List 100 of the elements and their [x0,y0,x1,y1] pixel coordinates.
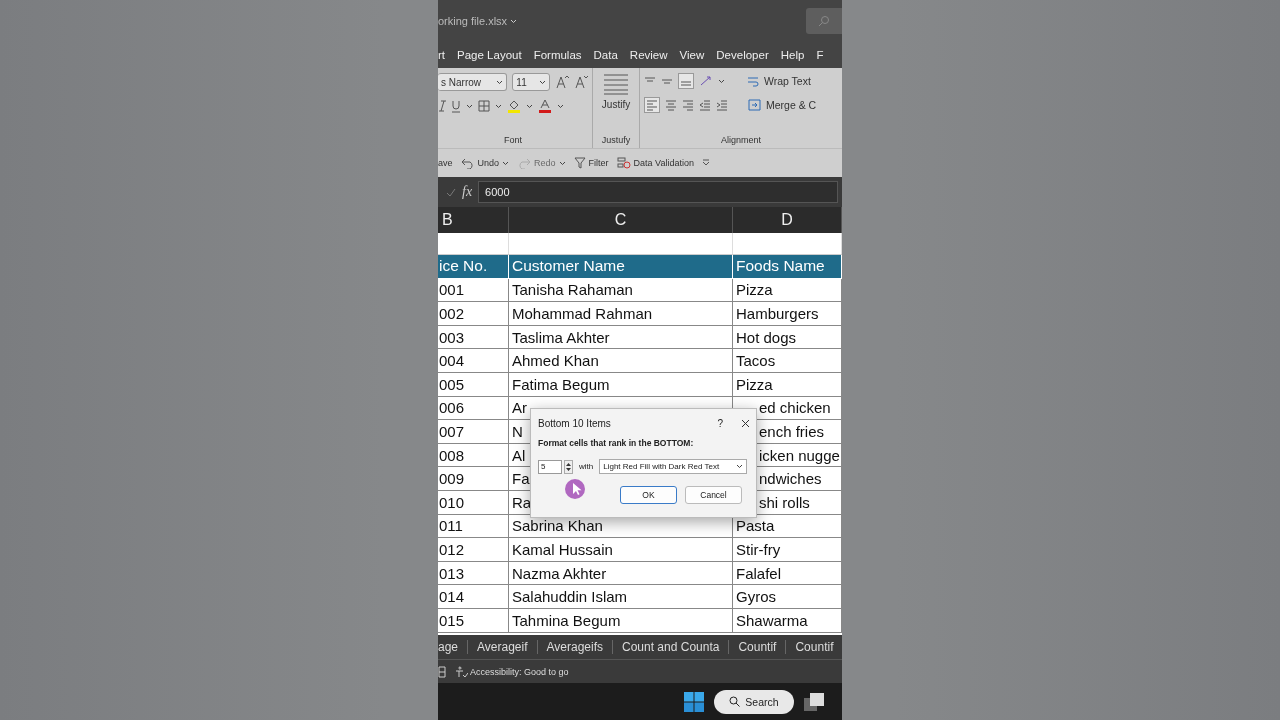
wrap-text-button[interactable]: Wrap Text [764,75,811,87]
merge-button[interactable]: Merge & C [766,99,817,111]
ribbon-tab[interactable]: Help [780,49,805,61]
help-button[interactable]: ? [717,417,723,429]
spinner-icon[interactable] [564,459,573,474]
table-cell: Kamal Hussain [509,538,733,561]
caret-icon[interactable] [539,79,546,85]
table-cell: 013 [438,561,509,585]
table-cell: Hot dogs [733,325,842,349]
window-title: orking file.xlsx [438,15,508,27]
chevron-down-icon[interactable] [736,464,744,469]
caret-icon[interactable] [526,103,533,109]
column-header[interactable]: C [509,207,733,233]
caret-icon[interactable] [466,103,473,109]
table-cell: 007 [438,420,509,443]
count-field[interactable]: 5 [538,459,562,474]
fill-color-icon[interactable] [507,99,521,113]
group-label: Alignment [721,135,761,145]
merge-cells-icon[interactable] [748,99,761,111]
table-cell: Falafel [733,561,842,585]
table-cell: Pizza [733,372,842,396]
caret-icon[interactable] [502,160,510,166]
increase-indent-icon[interactable] [716,99,728,111]
caret-icon[interactable] [495,103,502,109]
ribbon-tab[interactable]: Formulas [533,49,582,61]
justify-label[interactable]: Justify [601,99,631,110]
table-cell: 008 [438,443,509,467]
header-cell: Customer Name [509,255,733,278]
table-cell: Shawarma [733,608,842,632]
ribbon-tab[interactable]: Data [593,49,618,61]
table-cell: Tacos [733,349,842,372]
table-cell: 012 [438,538,509,561]
dialog-button[interactable]: Cancel [685,486,742,504]
table-cell: Taslima Akhter [509,325,733,349]
cursor-icon [565,479,585,499]
toolbar-button[interactable]: Undo [477,158,500,168]
sheet-tab[interactable]: Countif [729,640,787,654]
borders-icon[interactable] [478,100,490,112]
italic-icon[interactable] [438,100,446,112]
underline-icon[interactable] [451,99,461,113]
header-cell: Foods Name [733,255,842,278]
table-cell: Nazma Akhter [509,561,733,585]
accessibility-icon[interactable] [454,665,468,678]
customize-toolbar-icon[interactable] [701,159,710,167]
ribbon-tab[interactable]: Developer [716,49,769,61]
table-cell: Fatima Begum [509,372,733,396]
toolbar-button[interactable]: Data Validation [633,158,694,168]
font-size-dropdown[interactable]: 11 [512,73,550,91]
table-cell: 015 [438,608,509,632]
header-cell: ice No. [438,255,509,278]
ribbon-tab[interactable]: rt [438,49,446,61]
orientation-icon[interactable] [699,75,713,87]
font-name-dropdown[interactable]: s Narrow [438,73,508,91]
table-cell: Gyros [733,585,842,608]
filter-icon[interactable] [573,157,586,169]
undo-icon[interactable] [460,157,475,169]
close-icon[interactable] [741,418,750,428]
caret-icon[interactable] [496,79,504,85]
ribbon-tab[interactable]: F [816,49,824,61]
toolbar-button[interactable]: ave [438,158,453,168]
table-cell: Stir-fry [733,538,842,561]
toolbar-button[interactable]: Filter [588,158,609,168]
group-label: Font [504,135,522,145]
windows-logo-icon[interactable] [684,691,704,712]
table-cell: 010 [438,490,509,514]
caret-icon[interactable] [557,103,564,109]
sheet-tab[interactable]: Countif [786,640,834,654]
table-cell: 002 [438,302,509,325]
dialog-button[interactable]: OK [620,486,677,504]
font-color-icon[interactable] [538,99,552,113]
increase-font-icon[interactable] [555,75,569,89]
insert-function-button[interactable]: fx [462,184,473,200]
ribbon-tab[interactable]: View [679,49,705,61]
table-cell: Ahmed Khan [509,349,733,372]
sheet-tab[interactable]: Averageif [468,640,538,654]
decrease-font-icon[interactable] [574,75,588,89]
table-cell: 009 [438,467,509,490]
table-cell: 005 [438,372,509,396]
decrease-indent-icon[interactable] [699,99,711,111]
formula-field[interactable]: 6000 [478,181,838,203]
table-cell: 001 [438,278,509,302]
task-view-icon[interactable] [804,692,824,711]
format-dropdown[interactable]: Light Red Fill with Dark Red Text [599,459,748,474]
column-header[interactable]: D [733,207,842,233]
ribbon-tab[interactable]: Page Layout [457,49,522,61]
table-cell: Pizza [733,278,842,302]
sheet-tab[interactable]: Count and Counta [613,640,730,654]
column-header[interactable]: B [438,207,509,233]
dialog-title: Bottom 10 Items [538,417,612,429]
sheet-tab[interactable]: Averageifs [537,640,613,654]
caret-icon[interactable] [718,78,725,84]
taskbar-search[interactable]: Search [714,689,794,714]
table-cell: Tanisha Rahaman [509,278,733,302]
data-validation-icon[interactable] [616,157,631,169]
group-label: Justufy [601,135,631,145]
ribbon-tab[interactable]: Review [629,49,668,61]
enter-check-icon[interactable] [446,187,456,197]
table-cell: 011 [438,514,509,538]
status-text[interactable]: Accessibility: Good to go [470,666,569,677]
sheet-tab[interactable]: age [438,640,469,654]
